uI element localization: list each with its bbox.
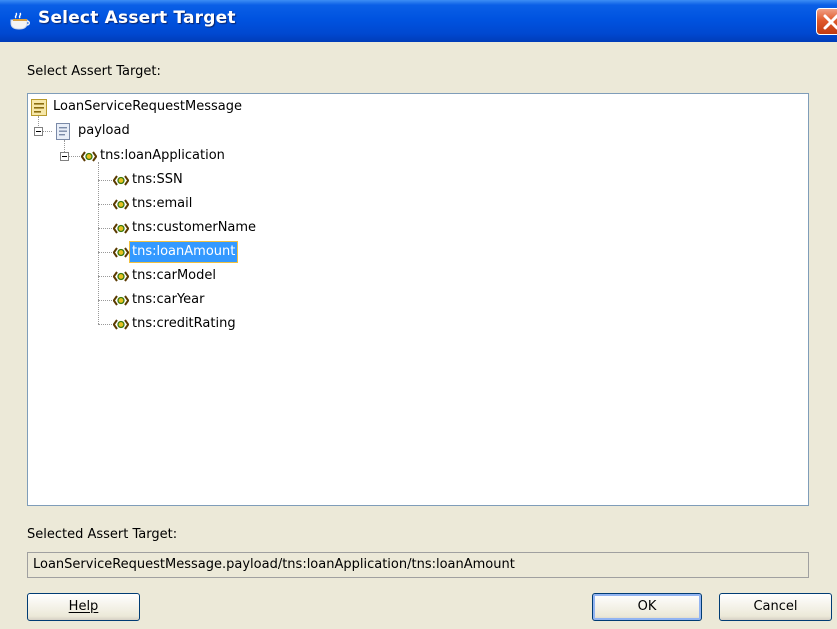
tree-node-root[interactable]: LoanServiceRequestMessage xyxy=(28,97,328,117)
tree-node-caryear[interactable]: tns:carYear xyxy=(28,290,328,310)
tree-label: Select Assert Target: xyxy=(27,64,161,79)
tree-node-label: tns:carModel xyxy=(132,268,216,283)
tree-node-payload[interactable]: payload xyxy=(28,121,328,141)
tree-node-label: tns:creditRating xyxy=(132,316,236,331)
tree-node-loanamount[interactable]: tns:loanAmount xyxy=(28,241,328,263)
element-icon xyxy=(113,223,129,234)
tree-node-label: LoanServiceRequestMessage xyxy=(53,99,243,114)
app-cup-icon xyxy=(10,12,30,30)
tree-node-label: tns:carYear xyxy=(132,292,205,307)
document-icon xyxy=(56,123,70,140)
element-icon xyxy=(113,175,129,186)
ok-button-label: OK xyxy=(637,599,657,614)
element-icon xyxy=(113,319,129,330)
cancel-button-label: Cancel xyxy=(753,599,798,614)
cancel-button[interactable]: Cancel xyxy=(719,593,832,621)
tree-node-carmodel[interactable]: tns:carModel xyxy=(28,266,328,286)
element-icon xyxy=(113,271,129,282)
tree-node-label: payload xyxy=(78,123,130,138)
ok-button[interactable]: OK xyxy=(592,593,702,621)
message-icon xyxy=(31,99,47,116)
tree-node-email[interactable]: tns:email xyxy=(28,194,328,214)
tree-node-customername[interactable]: tns:customerName xyxy=(28,218,328,238)
element-icon xyxy=(113,247,129,258)
collapse-toggle[interactable] xyxy=(60,152,69,161)
close-button[interactable] xyxy=(816,8,837,35)
tree-node-label: tns:email xyxy=(132,196,193,211)
selected-target-label: Selected Assert Target: xyxy=(27,527,178,542)
tree-node-creditrating[interactable]: tns:creditRating xyxy=(28,314,328,334)
title-bar[interactable]: Select Assert Target xyxy=(0,0,837,42)
collapse-toggle[interactable] xyxy=(34,127,43,136)
close-icon xyxy=(823,14,837,30)
tree-node-label: tns:SSN xyxy=(132,172,183,187)
selected-target-field[interactable]: LoanServiceRequestMessage.payload/tns:lo… xyxy=(27,552,809,578)
tree-node-ssn[interactable]: tns:SSN xyxy=(28,170,328,190)
tree-node-label: tns:customerName xyxy=(132,220,257,235)
schema-tree[interactable]: LoanServiceRequestMessage payload tns:lo… xyxy=(27,93,809,506)
tree-node-loanapplication[interactable]: tns:loanApplication xyxy=(28,146,328,166)
tree-node-label-selected: tns:loanAmount xyxy=(128,241,239,263)
window-title: Select Assert Target xyxy=(38,8,236,28)
tree-node-label: tns:loanApplication xyxy=(100,148,225,163)
help-button-label: Help xyxy=(68,599,99,614)
element-icon xyxy=(113,295,129,306)
element-icon xyxy=(113,199,129,210)
element-icon xyxy=(81,151,97,162)
help-button[interactable]: Help xyxy=(27,593,140,621)
